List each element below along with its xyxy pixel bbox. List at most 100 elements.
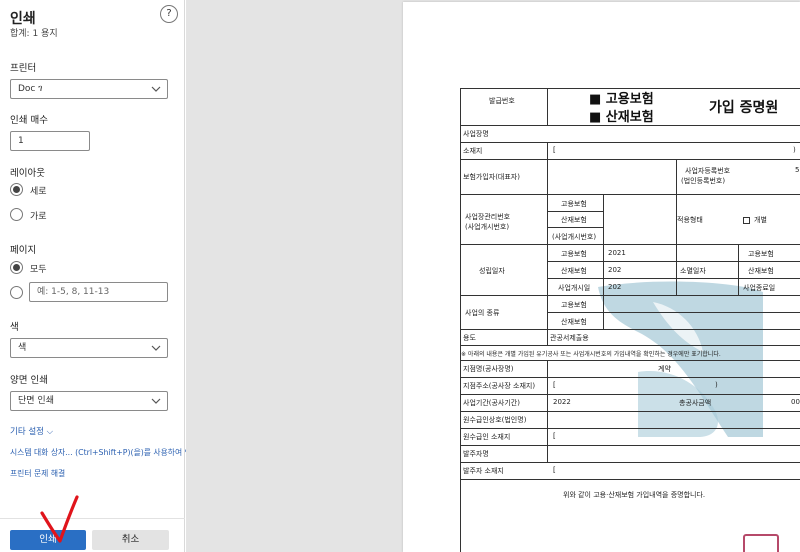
- rule: [460, 445, 800, 446]
- layout-label: 레이아웃: [10, 168, 45, 179]
- est-employment-label: 고용보험: [561, 250, 587, 258]
- rule: [460, 159, 800, 160]
- rule: [547, 227, 603, 228]
- bizreg-label: 사업자등록번호: [685, 167, 731, 175]
- pages-range-input[interactable]: 예: 1-5, 8, 11-13: [29, 282, 168, 302]
- biz-type-label: 사업의 종류: [465, 309, 500, 317]
- duplex-value: 단면 인쇄: [18, 396, 54, 406]
- rule: [460, 428, 800, 429]
- checkbox-icon: [743, 216, 750, 224]
- note-text: ※ 아래의 내용은 개별 가입된 유기공사 또는 사업개시번호의 가입내역을 확…: [461, 351, 721, 358]
- duplex-select[interactable]: 단면 인쇄: [10, 391, 168, 411]
- orderer-address-label: 발주자 소재지: [463, 467, 504, 475]
- mgmt-employment-label: 고용보험: [561, 200, 587, 208]
- layout-landscape-radio[interactable]: [10, 208, 23, 221]
- individual-option: 개별: [743, 215, 767, 225]
- printer-value: Doc ገ: [18, 84, 43, 94]
- site-address-label: 지점주소(공사장 소재지): [463, 382, 536, 390]
- amount-fragment: 00: [791, 398, 800, 406]
- rule: [460, 88, 461, 552]
- established-label: 성립일자: [479, 267, 505, 275]
- workplace-name-label: 사업장명: [463, 130, 489, 138]
- biz-start-label: 사업개시일: [558, 284, 591, 292]
- chevron-down-icon: [151, 345, 161, 351]
- rule: [547, 88, 548, 125]
- printer-troubleshoot-link[interactable]: 프린터 문제 해결: [10, 468, 65, 479]
- site-period-year: 2022: [553, 398, 571, 406]
- ext-employment-label: 고용보험: [748, 250, 774, 258]
- rule: [460, 295, 800, 296]
- printer-label: 프린터: [10, 63, 37, 74]
- application-type-label: 적용형태: [677, 216, 703, 224]
- more-settings-link[interactable]: 기타 설정 ⌵: [10, 425, 53, 437]
- rule: [676, 159, 677, 295]
- rule: [460, 345, 800, 346]
- est-year-2: 202: [608, 266, 622, 274]
- pages-all-label: 모두: [30, 265, 47, 275]
- orderer-name-label: 발주자명: [463, 450, 489, 458]
- print-settings-panel: 인쇄 합계: 1 용지 ? 프린터 Doc ገ 인쇄 매수 1 레이아웃 세로 …: [0, 0, 192, 552]
- color-label: 색: [10, 322, 19, 333]
- address-bracket-close: ): [793, 146, 796, 154]
- address-label: 소재지: [463, 147, 483, 155]
- employment-insurance-heading: ■ 고용보험: [589, 92, 654, 107]
- rule: [460, 462, 800, 463]
- printer-select[interactable]: Doc ገ: [10, 79, 168, 99]
- rule: [460, 125, 800, 126]
- individual-label: 개별: [754, 216, 767, 224]
- emblem-watermark-icon: [598, 281, 763, 437]
- rule: [547, 142, 548, 345]
- chevron-down-icon: [151, 86, 161, 92]
- preview-page: 발급번호 ■ 고용보험 ■ 산재보험 가입 증명원 사업장명 소재지 [ ) 보…: [403, 2, 800, 552]
- est-year-3: 202: [608, 283, 622, 291]
- site-address-bracket-close: ): [715, 381, 718, 389]
- orderer-address-bracket: [: [553, 466, 556, 474]
- site-address-bracket: [: [553, 381, 556, 389]
- print-preview-area[interactable]: 발급번호 ■ 고용보험 ■ 산재보험 가입 증명원 사업장명 소재지 [ ) 보…: [186, 0, 800, 552]
- pages-custom-radio[interactable]: [10, 286, 23, 299]
- copies-value: 1: [18, 136, 24, 146]
- copies-label: 인쇄 매수: [10, 115, 48, 126]
- issue-no-label: 발급번호: [489, 97, 515, 105]
- pages-all-radio[interactable]: [10, 261, 23, 274]
- contractor-address-bracket: [: [553, 432, 556, 440]
- mgmt-no-label: 사업장관리번호: [465, 213, 511, 221]
- purpose-value: 관공서제출용: [550, 334, 589, 342]
- cancel-button[interactable]: 취소: [92, 530, 169, 550]
- help-icon[interactable]: ?: [160, 5, 178, 23]
- certificate-title: 가입 증명원: [709, 100, 779, 116]
- rule: [547, 261, 800, 262]
- rule: [460, 479, 800, 480]
- total-amount-label: 총공사금액: [679, 399, 712, 407]
- copies-input[interactable]: 1: [10, 131, 90, 151]
- color-value: 색: [18, 343, 27, 353]
- pages-label: 페이지: [10, 245, 37, 256]
- rule: [547, 278, 800, 279]
- corp-reg-label: (법인등록번호): [681, 177, 726, 185]
- panel-title: 인쇄: [10, 11, 36, 27]
- color-select[interactable]: 색: [10, 338, 168, 358]
- mgmt-opening-label: (사업개시번호): [552, 233, 597, 241]
- sheet-count: 합계: 1 용지: [10, 29, 58, 39]
- extinction-label: 소멸일자: [680, 267, 706, 275]
- mgmt-accident-label: 산재보험: [561, 216, 587, 224]
- est-year-1: 2021: [608, 249, 626, 257]
- print-button[interactable]: 인쇄: [10, 530, 86, 550]
- rule: [460, 360, 800, 361]
- accident-insurance-heading: ■ 산재보험: [589, 110, 654, 125]
- type-accident-label: 산재보험: [561, 318, 587, 326]
- address-bracket: [: [553, 146, 556, 154]
- insured-rep-label: 보험가입자(대표자): [463, 173, 520, 181]
- rule: [460, 394, 800, 395]
- rule: [738, 244, 739, 295]
- contractor-name-label: 원수급인상호(법인명): [463, 416, 527, 424]
- contract-label: 계약: [658, 365, 671, 373]
- layout-portrait-radio[interactable]: [10, 183, 23, 196]
- rule: [547, 360, 548, 462]
- rule: [460, 377, 800, 378]
- system-dialog-link[interactable]: 시스템 대화 상자... (Ctrl+Shift+P)(을)를 사용하여 인: [10, 447, 192, 458]
- site-period-label: 사업기간(공사기간): [463, 399, 520, 407]
- site-name-label: 지점명(공사장명): [463, 365, 514, 373]
- rule: [460, 329, 800, 330]
- rule: [547, 211, 603, 212]
